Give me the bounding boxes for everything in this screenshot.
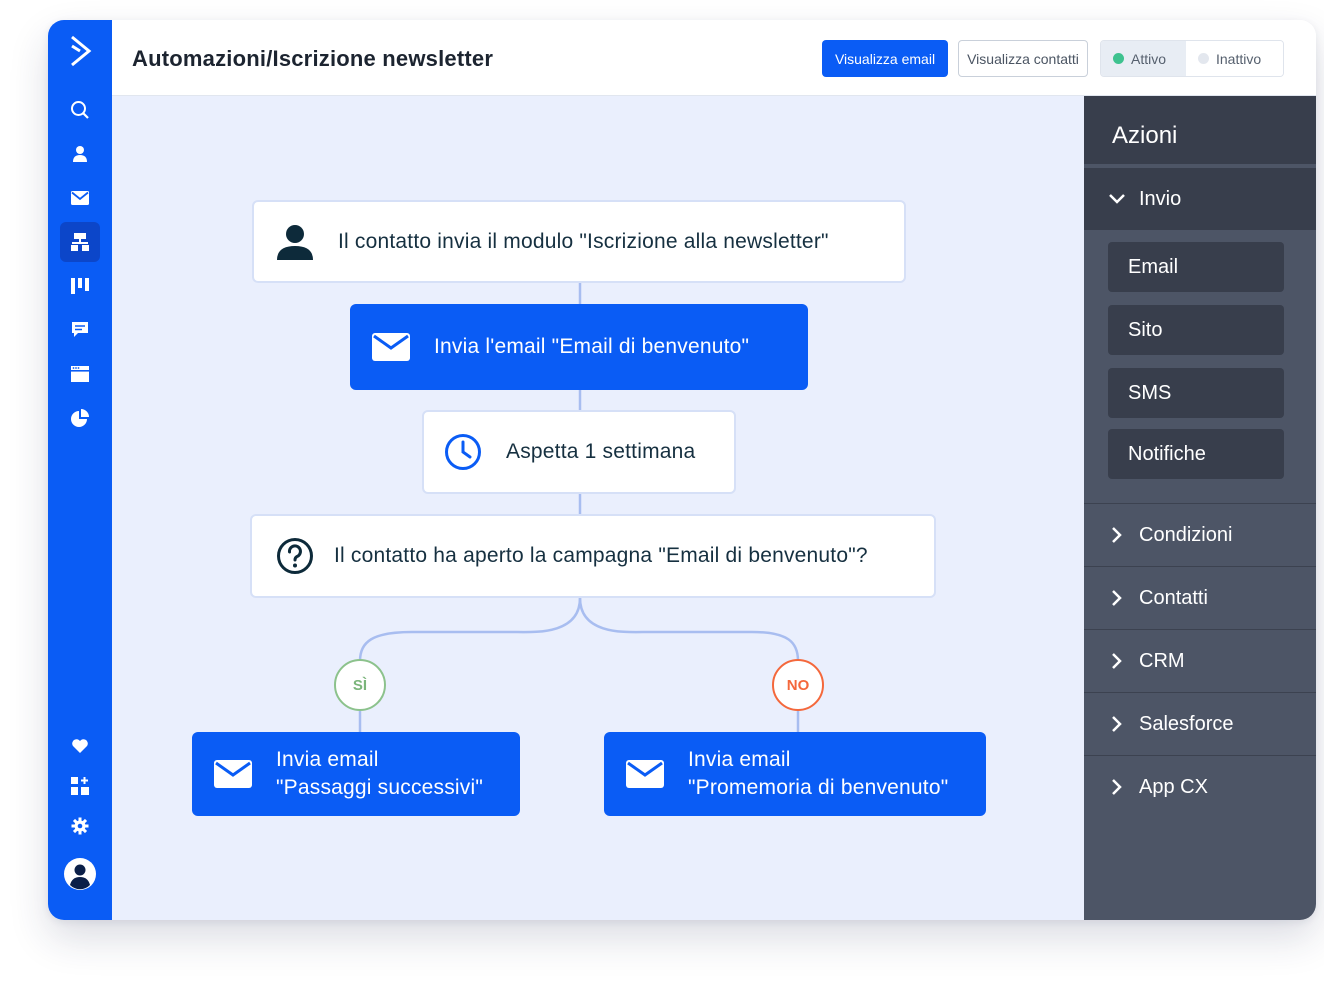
search-icon[interactable] bbox=[60, 90, 100, 130]
section-condizioni[interactable]: Condizioni bbox=[1084, 503, 1316, 566]
condition-node[interactable]: Il contatto ha aperto la campagna "Email… bbox=[250, 514, 936, 598]
trigger-node[interactable]: Il contatto invia il modulo "Iscrizione … bbox=[252, 200, 906, 283]
trigger-text: Il contatto invia il modulo "Iscrizione … bbox=[338, 229, 829, 253]
chevron-down-icon bbox=[1109, 194, 1125, 204]
action-sito[interactable]: Sito bbox=[1108, 305, 1284, 355]
section-app-cx[interactable]: App CX bbox=[1084, 755, 1316, 818]
condition-text: Il contatto ha aperto la campagna "Email… bbox=[334, 544, 868, 567]
settings-gear-icon[interactable] bbox=[60, 806, 100, 846]
campaigns-envelope-icon[interactable] bbox=[60, 178, 100, 218]
website-icon[interactable] bbox=[60, 354, 100, 394]
section-label: App CX bbox=[1139, 775, 1208, 798]
section-label: Condizioni bbox=[1139, 523, 1233, 546]
deals-board-icon[interactable] bbox=[60, 266, 100, 306]
chevron-right-icon bbox=[1112, 590, 1122, 606]
wait-text: Aspetta 1 settimana bbox=[506, 440, 696, 463]
panel-title: Azioni bbox=[1084, 96, 1316, 164]
no-action-line1: Invia email bbox=[688, 748, 791, 771]
status-inactive-option[interactable]: Inattivo bbox=[1186, 41, 1283, 76]
yes-action-line2: "Passaggi successivi" bbox=[276, 776, 484, 799]
section-crm[interactable]: CRM bbox=[1084, 629, 1316, 692]
no-send-email-node[interactable]: Invia email "Promemoria di benvenuto" bbox=[604, 732, 986, 816]
heart-icon[interactable] bbox=[60, 726, 100, 766]
apps-add-icon[interactable] bbox=[60, 766, 100, 806]
person-icon bbox=[277, 224, 313, 260]
left-sidebar bbox=[48, 20, 112, 920]
app-logo[interactable] bbox=[68, 34, 94, 68]
no-action-line2: "Promemoria di benvenuto" bbox=[688, 776, 949, 799]
status-active-label: Attivo bbox=[1131, 50, 1167, 67]
view-contacts-button[interactable]: Visualizza contatti bbox=[958, 40, 1088, 77]
chevron-right-icon bbox=[1112, 527, 1122, 543]
section-label: CRM bbox=[1139, 649, 1185, 672]
inactive-dot-icon bbox=[1198, 53, 1209, 64]
user-avatar-icon[interactable] bbox=[60, 854, 100, 894]
conversations-icon[interactable] bbox=[60, 310, 100, 350]
action-notifiche[interactable]: Notifiche bbox=[1108, 429, 1284, 479]
yes-send-email-node[interactable]: Invia email "Passaggi successivi" bbox=[192, 732, 520, 816]
chevron-right-icon bbox=[1112, 653, 1122, 669]
send-email-node[interactable]: Invia l'email "Email di benvenuto" bbox=[350, 304, 808, 390]
automations-icon[interactable] bbox=[60, 222, 100, 262]
chevron-right-icon bbox=[1112, 716, 1122, 732]
yes-branch-badge: SÌ bbox=[334, 659, 386, 711]
top-header: Automazioni/Iscrizione newsletter Visual… bbox=[112, 20, 1316, 96]
send-email-text: Invia l'email "Email di benvenuto" bbox=[434, 335, 750, 358]
section-label: Salesforce bbox=[1139, 712, 1234, 735]
actions-panel: Azioni Invio Email Sito SMS Notifiche Co… bbox=[1084, 96, 1316, 920]
group-invio-label: Invio bbox=[1139, 187, 1182, 210]
status-toggle: Attivo Inattivo bbox=[1100, 40, 1284, 77]
active-dot-icon bbox=[1113, 53, 1124, 64]
section-label: Contatti bbox=[1139, 586, 1208, 609]
view-email-button[interactable]: Visualizza email bbox=[822, 40, 948, 77]
clock-icon bbox=[445, 434, 481, 470]
envelope-icon bbox=[214, 760, 252, 788]
envelope-icon bbox=[372, 333, 410, 361]
chevron-right-icon bbox=[1112, 779, 1122, 795]
action-sms[interactable]: SMS bbox=[1108, 368, 1284, 418]
group-invio[interactable]: Invio bbox=[1084, 168, 1316, 230]
action-email[interactable]: Email bbox=[1108, 242, 1284, 292]
reports-pie-icon[interactable] bbox=[60, 398, 100, 438]
no-action-text: Invia email "Promemoria di benvenuto" bbox=[688, 746, 948, 802]
status-inactive-label: Inattivo bbox=[1216, 50, 1262, 67]
section-salesforce[interactable]: Salesforce bbox=[1084, 692, 1316, 755]
section-contatti[interactable]: Contatti bbox=[1084, 566, 1316, 629]
contacts-icon[interactable] bbox=[60, 134, 100, 174]
workflow-canvas[interactable]: Il contatto invia il modulo "Iscrizione … bbox=[112, 96, 1084, 920]
app-window: Automazioni/Iscrizione newsletter Visual… bbox=[48, 20, 1316, 920]
yes-action-text: Invia email "Passaggi successivi" bbox=[276, 746, 483, 802]
no-branch-badge: NO bbox=[772, 659, 824, 711]
status-active-option[interactable]: Attivo bbox=[1101, 41, 1186, 76]
wait-node[interactable]: Aspetta 1 settimana bbox=[422, 410, 736, 494]
question-icon bbox=[277, 538, 313, 574]
yes-action-line1: Invia email bbox=[276, 748, 379, 771]
envelope-icon bbox=[626, 760, 664, 788]
page-title: Automazioni/Iscrizione newsletter bbox=[132, 46, 494, 71]
